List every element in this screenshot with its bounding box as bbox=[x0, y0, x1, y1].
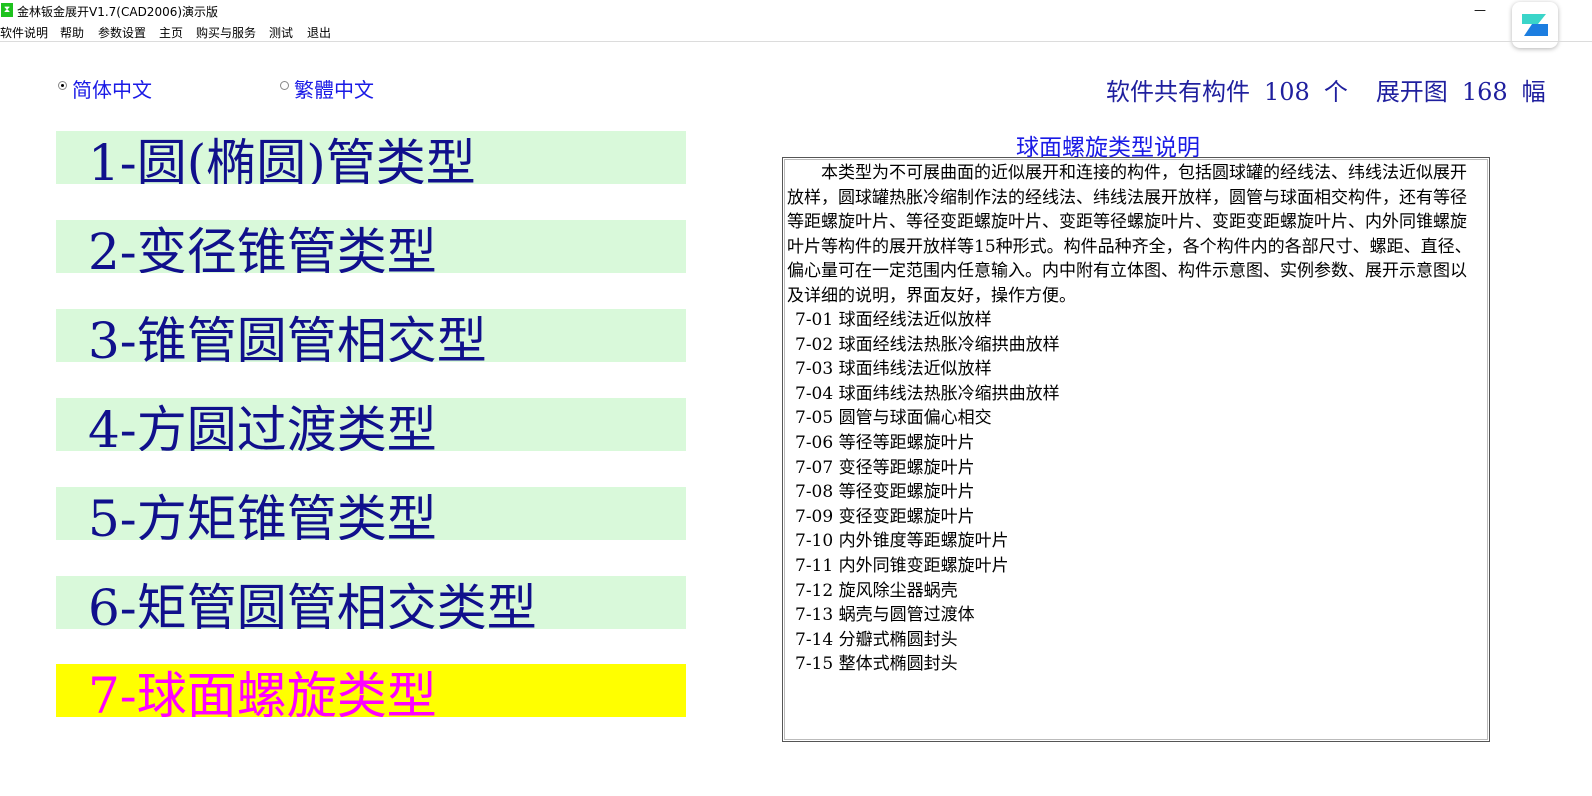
description-intro: 本类型为不可展曲面的近似展开和连接的构件，包括圆球罐的经线法、纬线法近似展开放样… bbox=[787, 163, 1472, 306]
category-label: 1-圆(椭圆)管类型 bbox=[88, 134, 476, 184]
language-label-simplified: 简体中文 bbox=[72, 78, 152, 102]
title-bar: ⧗ 金林钣金展开V1.7(CAD2006)演示版 — ❐ bbox=[0, 0, 1592, 22]
list-item: 7-09 变径变距螺旋叶片 bbox=[795, 506, 975, 527]
list-item: 7-10 内外锥度等距螺旋叶片 bbox=[795, 531, 1009, 552]
minimize-button[interactable]: — bbox=[1460, 0, 1500, 22]
description-panel: 本类型为不可展曲面的近似展开和连接的构件，包括圆球罐的经线法、纬线法近似展开放样… bbox=[782, 157, 1490, 742]
list-item: 7-02 球面经线法热胀冷缩拱曲放样 bbox=[795, 334, 1060, 355]
parts-label: 软件共有构件 bbox=[1106, 78, 1250, 106]
radio-unselected-icon[interactable] bbox=[280, 81, 289, 90]
list-item: 7-13 蜗壳与圆管过渡体 bbox=[795, 605, 975, 626]
category-label: 2-变径锥管类型 bbox=[88, 223, 437, 273]
drawings-label: 展开图 bbox=[1375, 78, 1448, 106]
radio-selected-icon[interactable] bbox=[58, 81, 67, 90]
list-item: 7-08 等径变距螺旋叶片 bbox=[795, 482, 975, 503]
list-item: 7-03 球面纬线法近似放样 bbox=[795, 359, 992, 380]
category-button-reducer-cone[interactable]: 2-变径锥管类型 bbox=[56, 220, 686, 273]
menu-exit[interactable]: 退出 bbox=[307, 24, 331, 41]
category-button-square-rect-cone[interactable]: 5-方矩锥管类型 bbox=[56, 487, 686, 540]
parts-unit: 个 bbox=[1323, 78, 1348, 106]
drawings-count: 168 bbox=[1461, 78, 1508, 106]
list-item: 7-07 变径等距螺旋叶片 bbox=[795, 457, 975, 478]
category-button-round-tube[interactable]: 1-圆(椭圆)管类型 bbox=[56, 131, 686, 184]
menu-bar: 软件说明 帮助 参数设置 主页 购买与服务 测试 退出 bbox=[0, 22, 1592, 42]
list-item: 7-01 球面经线法近似放样 bbox=[795, 310, 992, 330]
list-item: 7-14 分瓣式椭圆封头 bbox=[795, 629, 958, 650]
window-title: 金林钣金展开V1.7(CAD2006)演示版 bbox=[17, 5, 219, 19]
language-option-simplified[interactable]: 简体中文 bbox=[58, 74, 168, 102]
category-button-sphere-spiral[interactable]: 7-球面螺旋类型 bbox=[56, 664, 686, 717]
menu-purchase-service[interactable]: 购买与服务 bbox=[196, 24, 256, 41]
drawings-unit: 幅 bbox=[1521, 78, 1546, 106]
parts-count: 108 bbox=[1264, 78, 1310, 106]
app-icon: ⧗ bbox=[1, 3, 13, 17]
category-label: 4-方圆过渡类型 bbox=[88, 401, 437, 451]
list-item: 7-06 等径等距螺旋叶片 bbox=[795, 432, 975, 453]
category-label: 6-矩管圆管相交类型 bbox=[88, 579, 537, 629]
list-item: 7-11 内外同锥变距螺旋叶片 bbox=[795, 555, 1009, 576]
category-button-rect-round-intersect[interactable]: 6-矩管圆管相交类型 bbox=[56, 576, 686, 629]
component-count-summary: 软件共有构件 108 个展开图 168 幅 bbox=[1106, 72, 1546, 107]
category-label: 5-方矩锥管类型 bbox=[88, 490, 437, 540]
list-item: 7-15 整体式椭圆封头 bbox=[795, 654, 958, 675]
category-button-square-round-transition[interactable]: 4-方圆过渡类型 bbox=[56, 398, 686, 451]
category-label: 3-锥管圆管相交型 bbox=[88, 312, 487, 362]
menu-test[interactable]: 测试 bbox=[269, 24, 293, 41]
menu-parameter-settings[interactable]: 参数设置 bbox=[98, 24, 146, 41]
language-label-traditional: 繁體中文 bbox=[294, 78, 374, 102]
menu-software-info[interactable]: 软件说明 bbox=[0, 24, 48, 41]
list-item: 7-04 球面纬线法热胀冷缩拱曲放样 bbox=[795, 383, 1060, 404]
language-option-traditional[interactable]: 繁體中文 bbox=[280, 74, 390, 102]
category-button-cone-tube-intersect[interactable]: 3-锥管圆管相交型 bbox=[56, 309, 686, 362]
category-label-selected: 7-球面螺旋类型 bbox=[88, 667, 437, 717]
list-item: 7-12 旋风除尘器蜗壳 bbox=[795, 580, 958, 601]
list-item: 7-05 圆管与球面偏心相交 bbox=[795, 408, 992, 429]
menu-home[interactable]: 主页 bbox=[159, 24, 183, 41]
menu-help[interactable]: 帮助 bbox=[60, 24, 84, 41]
component-list: 7-01 球面经线法近似放样 7-02 球面经线法热胀冷缩拱曲放样 7-03 球… bbox=[795, 308, 1060, 677]
